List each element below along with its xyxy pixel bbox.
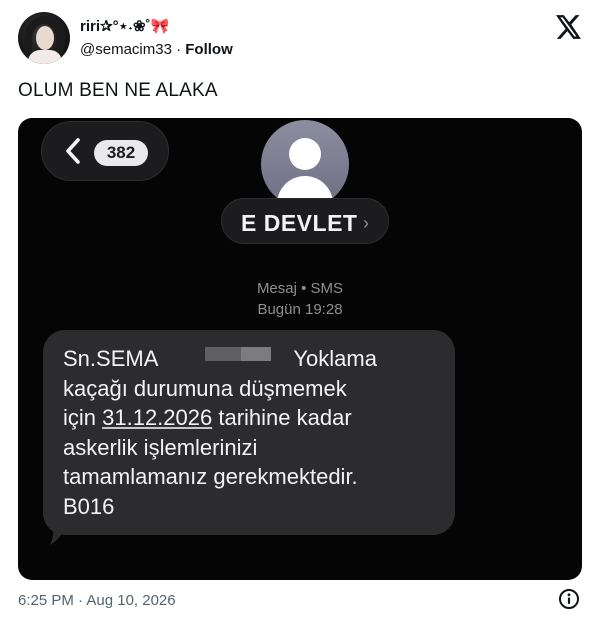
sms-message-text: Sn.SEMA Yoklama kaçağı durumuna düşmemek … — [63, 344, 443, 521]
message-line-3-end: tarihine kadar — [212, 405, 352, 430]
redaction-blur — [205, 347, 271, 361]
tweet-timestamp[interactable]: 6:25 PM · Aug 10, 2026 — [18, 592, 176, 609]
sms-back-button[interactable]: 382 — [41, 121, 169, 181]
avatar-shirt — [28, 50, 62, 64]
bubble-tail — [50, 523, 68, 545]
author-handle-line: @semacim33 · Follow — [80, 41, 233, 58]
message-line-6: B016 — [63, 493, 115, 519]
message-date-link[interactable]: 31.12.2026 — [102, 405, 212, 430]
message-line-2: kaçağı durumuna düşmemek — [63, 375, 347, 401]
author-handle[interactable]: @semacim33 — [80, 41, 172, 58]
contact-name: E DEVLET — [241, 210, 358, 236]
contact-chevron-icon: › — [363, 213, 369, 233]
tweet-media-image[interactable]: 382 E DEVLET › Mesaj • SMS Bugün 19:28 S… — [18, 118, 582, 580]
message-line-3: için 31.12.2026 tarihine kadar — [63, 403, 443, 433]
message-line-1-end: Yoklama — [293, 346, 377, 371]
author-display-name[interactable]: riri✰°⋆˖❀˚🎀 — [80, 17, 169, 35]
author-avatar[interactable] — [18, 12, 70, 64]
unread-count-badge: 382 — [94, 140, 148, 166]
message-type-label: Mesaj • SMS — [256, 280, 344, 297]
contact-name-button[interactable]: E DEVLET › — [221, 198, 389, 244]
contact-avatar-head — [289, 138, 321, 170]
message-line-3-start: için — [63, 405, 103, 430]
contact-person-icon[interactable] — [261, 120, 349, 208]
back-chevron-icon — [66, 138, 80, 164]
follow-button[interactable]: Follow — [185, 41, 233, 58]
message-line-1-start: Sn.SEMA — [63, 346, 159, 371]
message-line-5: tamamlamanız gerekmektedir. — [63, 464, 358, 489]
x-logo-icon[interactable] — [556, 15, 582, 39]
info-icon[interactable] — [558, 588, 580, 610]
tweet-text: OLUM BEN NE ALAKA — [18, 80, 218, 101]
avatar-face — [36, 26, 54, 50]
sms-message-bubble[interactable]: Sn.SEMA Yoklama kaçağı durumuna düşmemek … — [43, 330, 455, 535]
message-time-label: Bugün 19:28 — [257, 301, 343, 318]
message-line-4: askerlik işlemlerinizi — [63, 434, 258, 460]
handle-separator: · — [176, 41, 182, 58]
